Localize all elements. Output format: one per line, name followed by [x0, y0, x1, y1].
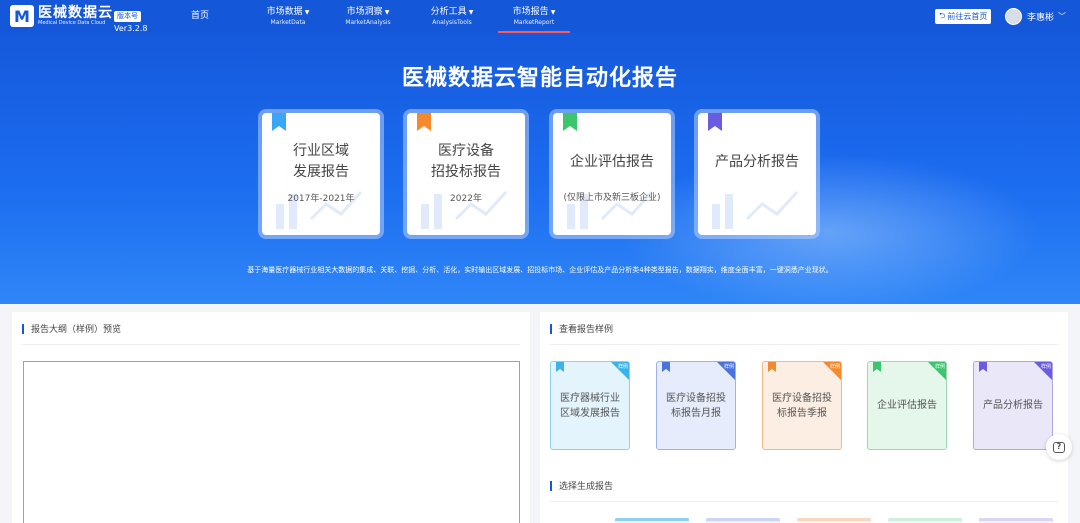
user-name: 李惠彬 — [1027, 13, 1055, 23]
sample-card-enterprise[interactable]: 样例 企业评估报告 — [867, 361, 947, 450]
report-card-product[interactable]: 产品分析报告 — [698, 113, 816, 235]
nav-label: 市场报告 — [512, 6, 549, 17]
sample-label-text: 医疗设备招投 标报告月报 — [666, 391, 726, 421]
caret-down-icon: ▼ — [384, 8, 390, 16]
logo-mark-icon: M — [10, 5, 34, 27]
sample-label: 企业评估报告 — [874, 362, 940, 449]
sample-line1: 产品分析报告 — [983, 400, 1043, 411]
sample-line2: 区域发展报告 — [560, 407, 620, 419]
sample-label: 医疗设备招投 标报告季报 — [769, 362, 835, 449]
sample-label: 医疗器械行业 区域发展报告 — [557, 362, 623, 449]
generate-title: 选择生成报告 — [550, 479, 613, 492]
nav-home[interactable]: 首页 — [176, 0, 224, 33]
brand-logo[interactable]: M 医械数据云 Medical Device Data Cloud — [10, 5, 113, 27]
nav-market-report[interactable]: 市场报告 ▼ MarketReport — [498, 0, 570, 33]
card-subtitle: 2017年-2021年 — [287, 194, 355, 204]
nav-label: 市场数据 — [266, 6, 303, 17]
outline-preview-panel: 报告大纲（样例）预览 — [12, 312, 530, 523]
report-card-bidding[interactable]: 医疗设备 招投标报告 2022年 — [407, 113, 525, 235]
bookmark-ribbon-icon — [272, 113, 286, 131]
sample-card-product[interactable]: 样例 产品分析报告 — [973, 361, 1053, 450]
hero-title: 医械数据云智能自动化报告 — [401, 66, 678, 91]
nav-label: 分析工具 — [430, 6, 467, 17]
nav-analysis-tools[interactable]: 分析工具 ▼ AnalysisTools — [416, 0, 488, 33]
sample-line1: 企业评估报告 — [877, 400, 937, 411]
caret-down-icon: ▼ — [468, 8, 474, 16]
sample-line2: 标报告季报 — [777, 407, 827, 419]
report-card-industry-region[interactable]: 行业区域 发展报告 2017年-2021年 — [262, 113, 380, 235]
go-cloud-home-button[interactable]: ⮌ 前往云首页 — [935, 9, 992, 24]
sample-line1: 医疗设备招投 — [772, 392, 832, 404]
card-title-line1: 医疗设备 — [438, 143, 494, 159]
card-title: 企业评估报告 — [570, 154, 654, 170]
hero-banner: 医械数据云智能自动化报告 行业区域 发展报告 2017年-2021年 医疗设备 … — [0, 33, 1080, 304]
hero-glow — [620, 153, 1040, 304]
version-info: 版本号 Ver3.2.8 — [114, 3, 147, 35]
card-title-line1: 行业区域 — [293, 143, 349, 159]
nav-label: 首页 — [190, 11, 209, 21]
nav-label-row: 分析工具 ▼ — [416, 7, 488, 18]
outline-preview-frame[interactable] — [23, 361, 520, 523]
card-subtitle: (仅限上市及新三板企业) — [563, 193, 661, 203]
exit-arrow-icon: ⮌ — [939, 10, 946, 20]
hero-description: 基于海量医疗器械行业相关大数据的集成、关联、挖掘、分析、活化，实时输出区域发展、… — [247, 266, 833, 274]
home-link-label: 前往云首页 — [947, 12, 988, 21]
generate-option-industry-region[interactable] — [615, 518, 689, 523]
sample-label-text: 医疗设备招投 标报告季报 — [772, 391, 832, 421]
card-title-line2: 招投标报告 — [431, 164, 501, 180]
generate-option-enterprise[interactable] — [888, 518, 962, 523]
report-card-enterprise[interactable]: 企业评估报告 (仅限上市及新三板企业) — [553, 113, 671, 235]
caret-down-icon: ▼ — [304, 8, 310, 16]
generate-option-bidding-quarterly[interactable] — [797, 518, 871, 523]
sample-card-industry-region[interactable]: 样例 医疗器械行业 区域发展报告 — [550, 361, 630, 450]
bar-chart-icon — [712, 190, 799, 229]
nav-label: 市场洞察 — [346, 6, 383, 17]
nav-label-row: 市场报告 ▼ — [498, 7, 570, 18]
sample-label-text: 医疗器械行业 区域发展报告 — [560, 391, 620, 421]
nav-market-data[interactable]: 市场数据 ▼ MarketData — [244, 0, 332, 33]
help-chat-button[interactable]: ? — [1046, 434, 1072, 460]
card-subtitle: 2022年 — [450, 194, 482, 204]
avatar — [1005, 8, 1022, 25]
divider — [550, 344, 1058, 345]
chevron-down-icon: ﹀ — [1058, 12, 1067, 21]
divider — [550, 501, 1058, 502]
sample-line2: 标报告月报 — [671, 407, 721, 419]
sample-label: 医疗设备招投 标报告月报 — [663, 362, 729, 449]
nav-label-row: 市场洞察 ▼ — [332, 7, 404, 18]
bookmark-ribbon-icon — [708, 113, 722, 131]
user-menu[interactable]: 李惠彬 ﹀ — [1005, 8, 1066, 25]
outline-title: 报告大纲（样例）预览 — [22, 322, 121, 335]
sample-card-bidding-quarterly[interactable]: 样例 医疗设备招投 标报告季报 — [762, 361, 842, 450]
caret-down-icon: ▼ — [550, 8, 556, 16]
top-navigation-bar: M 医械数据云 Medical Device Data Cloud 版本号 Ve… — [0, 0, 1080, 33]
sample-label: 产品分析报告 — [980, 362, 1046, 449]
generate-option-product[interactable] — [979, 518, 1053, 523]
logo-text: 医械数据云 Medical Device Data Cloud — [38, 6, 113, 27]
bookmark-ribbon-icon — [563, 113, 577, 131]
card-title-line2: 发展报告 — [293, 164, 349, 180]
samples-title: 查看报告样例 — [550, 322, 613, 335]
samples-panel: 查看报告样例 样例 医疗器械行业 区域发展报告 样例 医疗设备招投 标报告月报 样例… — [540, 312, 1068, 523]
divider — [22, 344, 520, 345]
nav-label-row: 市场数据 ▼ — [244, 7, 332, 18]
sample-card-bidding-monthly[interactable]: 样例 医疗设备招投 标报告月报 — [656, 361, 736, 450]
brand-name-en: Medical Device Data Cloud — [38, 19, 106, 26]
bookmark-ribbon-icon — [417, 113, 431, 131]
sample-line1: 医疗器械行业 — [560, 392, 620, 404]
help-chat-icon: ? — [1053, 441, 1065, 453]
main-nav: 首页 市场数据 ▼ MarketData 市场洞察 ▼ MarketAnalysis… — [176, 0, 570, 33]
nav-label-en: MarketReport — [513, 18, 555, 26]
nav-label-en: MarketAnalysis — [345, 18, 391, 26]
nav-market-analysis[interactable]: 市场洞察 ▼ MarketAnalysis — [332, 0, 404, 33]
nav-label-en: MarketData — [270, 18, 306, 26]
sample-line1: 医疗设备招投 — [666, 392, 726, 404]
generate-option-bidding[interactable] — [706, 518, 780, 523]
version-badge: 版本号 — [114, 11, 141, 22]
nav-label-en: AnalysisTools — [432, 18, 472, 26]
card-title: 产品分析报告 — [715, 154, 799, 170]
brand-name: 医械数据云 — [38, 4, 113, 21]
